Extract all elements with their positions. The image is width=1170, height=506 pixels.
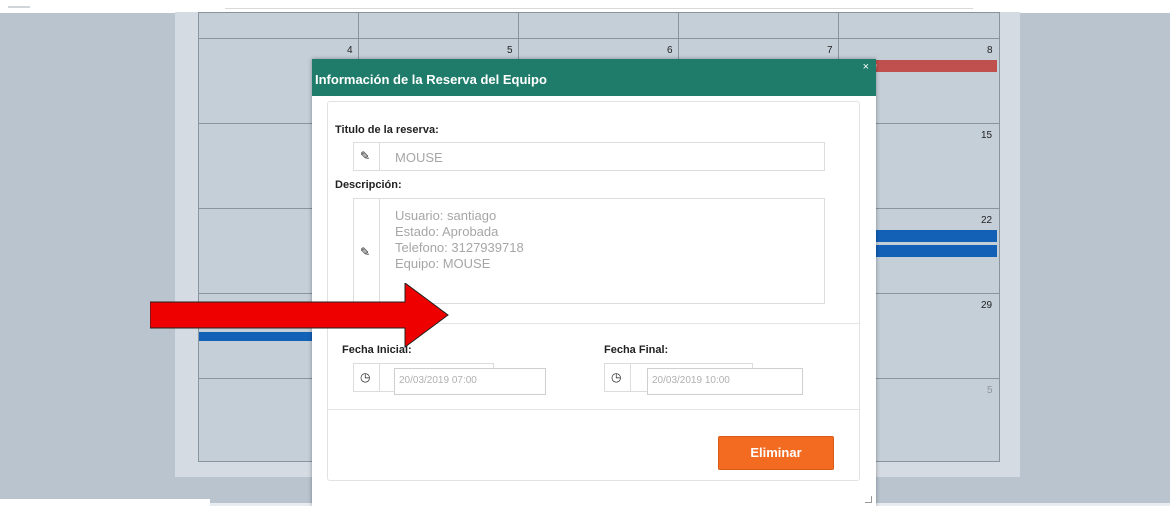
day-number: 6 <box>667 45 673 56</box>
end-date-label: Fecha Final: <box>604 344 669 356</box>
pencil-icon: ✎ <box>360 245 371 259</box>
resize-handle[interactable] <box>865 496 872 503</box>
title-field-addon: ✎ <box>354 143 380 170</box>
day-number: 8 <box>987 45 993 56</box>
description-label: Descripción: <box>335 179 402 191</box>
end-date-addon: ◷ <box>605 364 631 391</box>
day-number: 29 <box>981 300 993 311</box>
top-divider-line <box>225 8 973 9</box>
modal-title: Información de la Reserva del Equipo <box>315 72 547 87</box>
description-line: Usuario: santiago <box>395 208 497 223</box>
day-number: 5 <box>507 45 513 56</box>
calendar-row-divider <box>199 38 999 39</box>
start-date-addon: ◷ <box>354 364 380 391</box>
delete-button[interactable]: Eliminar <box>718 436 834 470</box>
start-date-input[interactable]: 20/03/2019 07:00 <box>394 368 546 395</box>
title-value: MOUSE <box>395 150 443 165</box>
clock-icon: ◷ <box>360 370 371 384</box>
description-line: Equipo: MOUSE <box>395 256 491 271</box>
title-field[interactable]: ✎ MOUSE <box>353 142 825 171</box>
top-divider-tick <box>8 6 30 8</box>
description-line: Telefono: 3127939718 <box>395 240 524 255</box>
title-label: Titulo de la reserva: <box>335 124 439 136</box>
end-date-input[interactable]: 20/03/2019 10:00 <box>647 368 803 395</box>
day-number-next-month: 5 <box>987 385 993 396</box>
day-number: 15 <box>981 130 993 141</box>
status-strip <box>0 499 210 506</box>
right-arrow-icon <box>150 283 449 348</box>
close-button[interactable]: × <box>863 62 869 73</box>
footer-divider <box>328 409 859 410</box>
clock-icon: ◷ <box>611 370 622 384</box>
day-number: 4 <box>347 45 353 56</box>
pencil-icon: ✎ <box>360 149 371 163</box>
day-number: 7 <box>827 45 833 56</box>
description-line: Estado: Aprobada <box>395 224 499 239</box>
modal-header: Información de la Reserva del Equipo × <box>312 59 876 96</box>
day-number: 22 <box>981 215 993 226</box>
